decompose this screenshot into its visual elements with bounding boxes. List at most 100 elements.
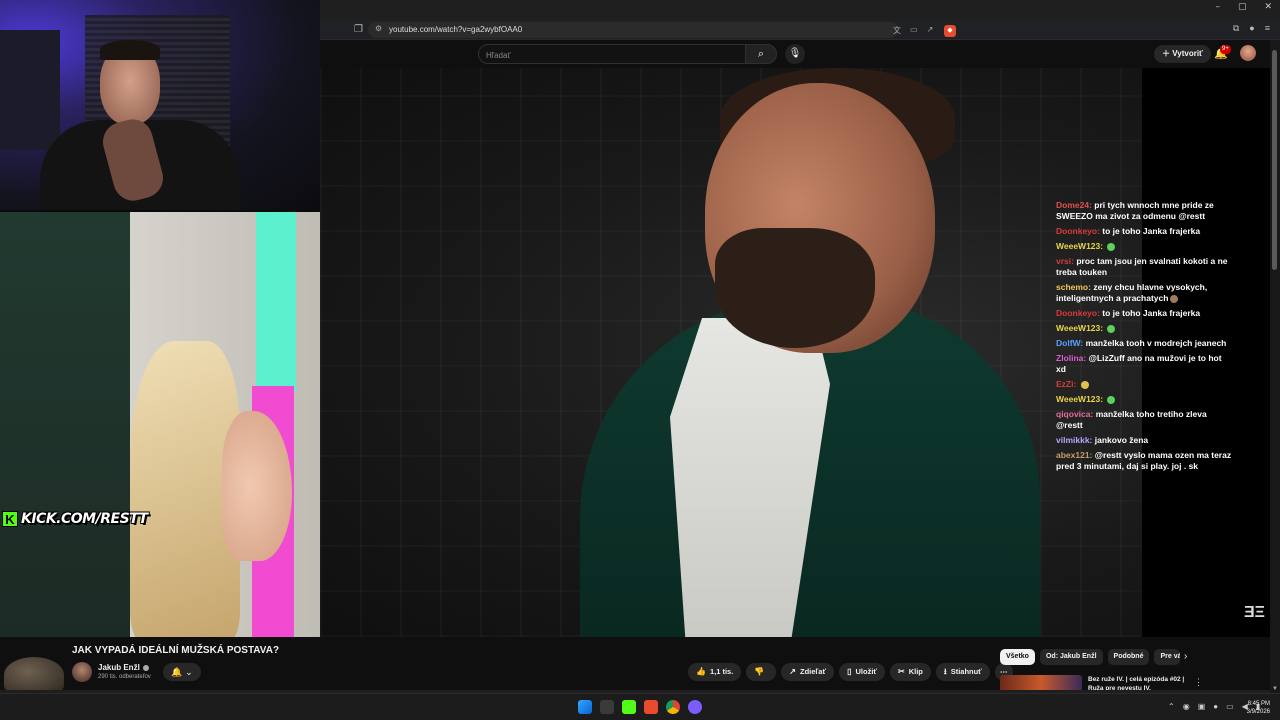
chat-username[interactable]: WeeeW123:	[1056, 394, 1103, 404]
close-button[interactable]: ✕	[1264, 2, 1272, 12]
kick-app-icon[interactable]	[622, 700, 636, 714]
chat-message: Doonkeyo: to je toho Janka frajerka	[1056, 308, 1232, 319]
tray-chevron-up-icon[interactable]: ⌃	[1168, 702, 1175, 711]
cam-streamer-hair	[100, 40, 160, 60]
dislike-button[interactable]: 👎	[746, 663, 777, 681]
mic-icon: 🎙	[788, 48, 802, 59]
chat-emote-icon	[1107, 324, 1116, 333]
discord-icon[interactable]	[688, 700, 702, 714]
clock-time: 8:45 PM	[1247, 701, 1270, 707]
kick-logo-icon: K	[2, 511, 18, 527]
cam-shelf	[0, 30, 60, 150]
url-text[interactable]: youtube.com/watch?v=ga2wybfOAA0	[389, 25, 522, 34]
channel-name-text[interactable]: Jakub Enžl	[98, 663, 140, 672]
chip-for-you[interactable]: Pre vás	[1154, 649, 1181, 665]
video-player[interactable]	[320, 68, 1142, 637]
search-button[interactable]: ⌕	[745, 44, 777, 64]
menu-icon[interactable]: ≡	[1265, 23, 1270, 34]
stream-chat-overlay: Dome24: pri tych wnnoch mne pride ze SWE…	[1056, 200, 1232, 500]
chat-username[interactable]: WeeeW123:	[1056, 241, 1103, 251]
related-filter-chips: Všetko Od: Jakub Enžl Podobné Pre vás	[1000, 649, 1181, 665]
share-icon[interactable]: ↗	[927, 25, 934, 36]
chip-all[interactable]: Všetko	[1000, 649, 1035, 665]
save-button[interactable]: ▯ Uložiť	[839, 663, 885, 681]
chip-similar[interactable]: Podobné	[1107, 649, 1150, 665]
brave-shield-icon[interactable]: ◆	[944, 25, 956, 37]
brave-browser-icon[interactable]	[644, 700, 658, 714]
site-info-icon[interactable]: ⚙	[375, 24, 382, 33]
chat-text: to je toho Janka frajerka	[1102, 308, 1201, 318]
like-button[interactable]: 👍 1,1 tis.	[688, 663, 742, 681]
video-actions: 👍 1,1 tis. 👎 ↗ Zdieľať ▯ Uložiť ✂ Klip ⭳ Stia…	[688, 663, 1013, 681]
webcam-divider	[0, 210, 320, 212]
kick-overlay: K KICK.COM/RESTT	[2, 510, 148, 528]
recommended-more-icon[interactable]: ⋮	[1194, 677, 1203, 688]
task-view-icon[interactable]	[600, 700, 614, 714]
chat-username[interactable]: vrsi:	[1056, 256, 1074, 266]
window-titlebar: – ▢ ✕	[320, 0, 1280, 20]
clock-date: 3/9/2026	[1246, 709, 1270, 715]
bell-icon: 🔔	[171, 667, 183, 677]
chevron-right-icon[interactable]: ›	[1184, 651, 1187, 662]
clip-button[interactable]: ✂ Klip	[890, 663, 931, 681]
maximize-button[interactable]: ▢	[1238, 2, 1247, 12]
tray-mic-icon[interactable]: ●	[1213, 702, 1218, 711]
subscription-bell-button[interactable]: 🔔 ⌄	[163, 663, 201, 681]
chrome-icon[interactable]	[666, 700, 680, 714]
channel-name[interactable]: Jakub Enžl	[98, 663, 149, 672]
chat-username[interactable]: abex121:	[1056, 450, 1092, 460]
bookmark-save-icon: ▯	[847, 667, 852, 676]
chat-username[interactable]: schemo:	[1056, 282, 1091, 292]
tray-display-icon[interactable]: ▭	[1226, 702, 1234, 711]
screen: – ▢ ✕ ❐ ⚙ youtube.com/watch?v=ga2wybfOAA…	[0, 0, 1280, 720]
chip-from-channel[interactable]: Od: Jakub Enžl	[1039, 649, 1103, 665]
channel-avatar[interactable]	[72, 662, 92, 682]
download-icon: ⭳	[943, 667, 947, 676]
search-input[interactable]	[479, 46, 719, 65]
create-label: Vytvoriť	[1172, 49, 1203, 58]
tray-app-icon[interactable]: ◉	[1183, 702, 1190, 711]
chat-username[interactable]: Dome24:	[1056, 200, 1092, 210]
search-box	[478, 44, 762, 65]
chat-username[interactable]: DolfW:	[1056, 338, 1083, 348]
thumbs-up-icon: 👍	[696, 667, 706, 676]
search-icon: ⌕	[757, 48, 765, 60]
tray-network-icon[interactable]: ▣	[1198, 702, 1206, 711]
chat-username[interactable]: Doonkeyo:	[1056, 308, 1100, 318]
translate-icon[interactable]: 文	[893, 25, 901, 36]
voice-search-button[interactable]: 🎙	[785, 44, 805, 64]
chat-text: proc tam jsou jen svalnati kokoti a ne t…	[1056, 256, 1228, 277]
account-avatar[interactable]	[1240, 45, 1256, 61]
chat-emote-icon	[1170, 294, 1179, 303]
address-bar-row: ❐ ⚙ youtube.com/watch?v=ga2wybfOAA0 文 ▭ …	[320, 20, 1280, 40]
windows-start-icon[interactable]	[578, 700, 592, 714]
profile-icon[interactable]: ●	[1249, 23, 1254, 34]
chat-username[interactable]: WeeeW123:	[1056, 323, 1103, 333]
video-title: JAK VYPADÁ IDEÁLNÍ MUŽSKÁ POSTAVA?	[72, 645, 280, 656]
scrollbar-thumb[interactable]	[1272, 50, 1277, 270]
kick-url: KICK.COM/RESTT	[21, 511, 148, 527]
chat-username[interactable]: Doonkeyo:	[1056, 226, 1100, 236]
extensions-icon[interactable]: ⧉	[1233, 23, 1239, 34]
create-button[interactable]: ＋ Vytvoriť	[1154, 45, 1211, 63]
url-bar[interactable]: ⚙ youtube.com/watch?v=ga2wybfOAA0 文 ▭ ↗ …	[368, 22, 956, 38]
chat-username[interactable]: Zlolina:	[1056, 353, 1086, 363]
minimize-button[interactable]: –	[1215, 2, 1220, 12]
chat-username[interactable]: qiqovica:	[1056, 409, 1093, 419]
cast-icon[interactable]: ▭	[910, 25, 918, 36]
scroll-down-arrow-icon[interactable]: ▼	[1272, 686, 1278, 692]
download-button[interactable]: ⭳ Stiahnuť	[935, 663, 990, 681]
chat-username[interactable]: EzZi:	[1056, 379, 1076, 389]
page-scrollbar[interactable]	[1270, 40, 1280, 700]
channel-watermark-icon[interactable]: ƎΞ	[1244, 604, 1265, 622]
share-button[interactable]: ↗ Zdieľať	[781, 663, 835, 681]
chat-message: vrsi: proc tam jsou jen svalnati kokoti …	[1056, 256, 1232, 278]
verified-icon	[142, 664, 149, 671]
bookmark-icon[interactable]: ❐	[354, 24, 363, 35]
chat-username[interactable]: vilmikkk:	[1056, 435, 1092, 445]
share-arrow-icon: ↗	[789, 667, 796, 676]
chat-message: qiqovica: manželka toho tretiho zleva @r…	[1056, 409, 1232, 431]
streamer-webcam	[0, 0, 320, 210]
chat-message: Dome24: pri tych wnnoch mne pride ze SWE…	[1056, 200, 1232, 222]
taskbar-clock[interactable]: 8:45 PM 3/9/2026	[1240, 700, 1270, 716]
